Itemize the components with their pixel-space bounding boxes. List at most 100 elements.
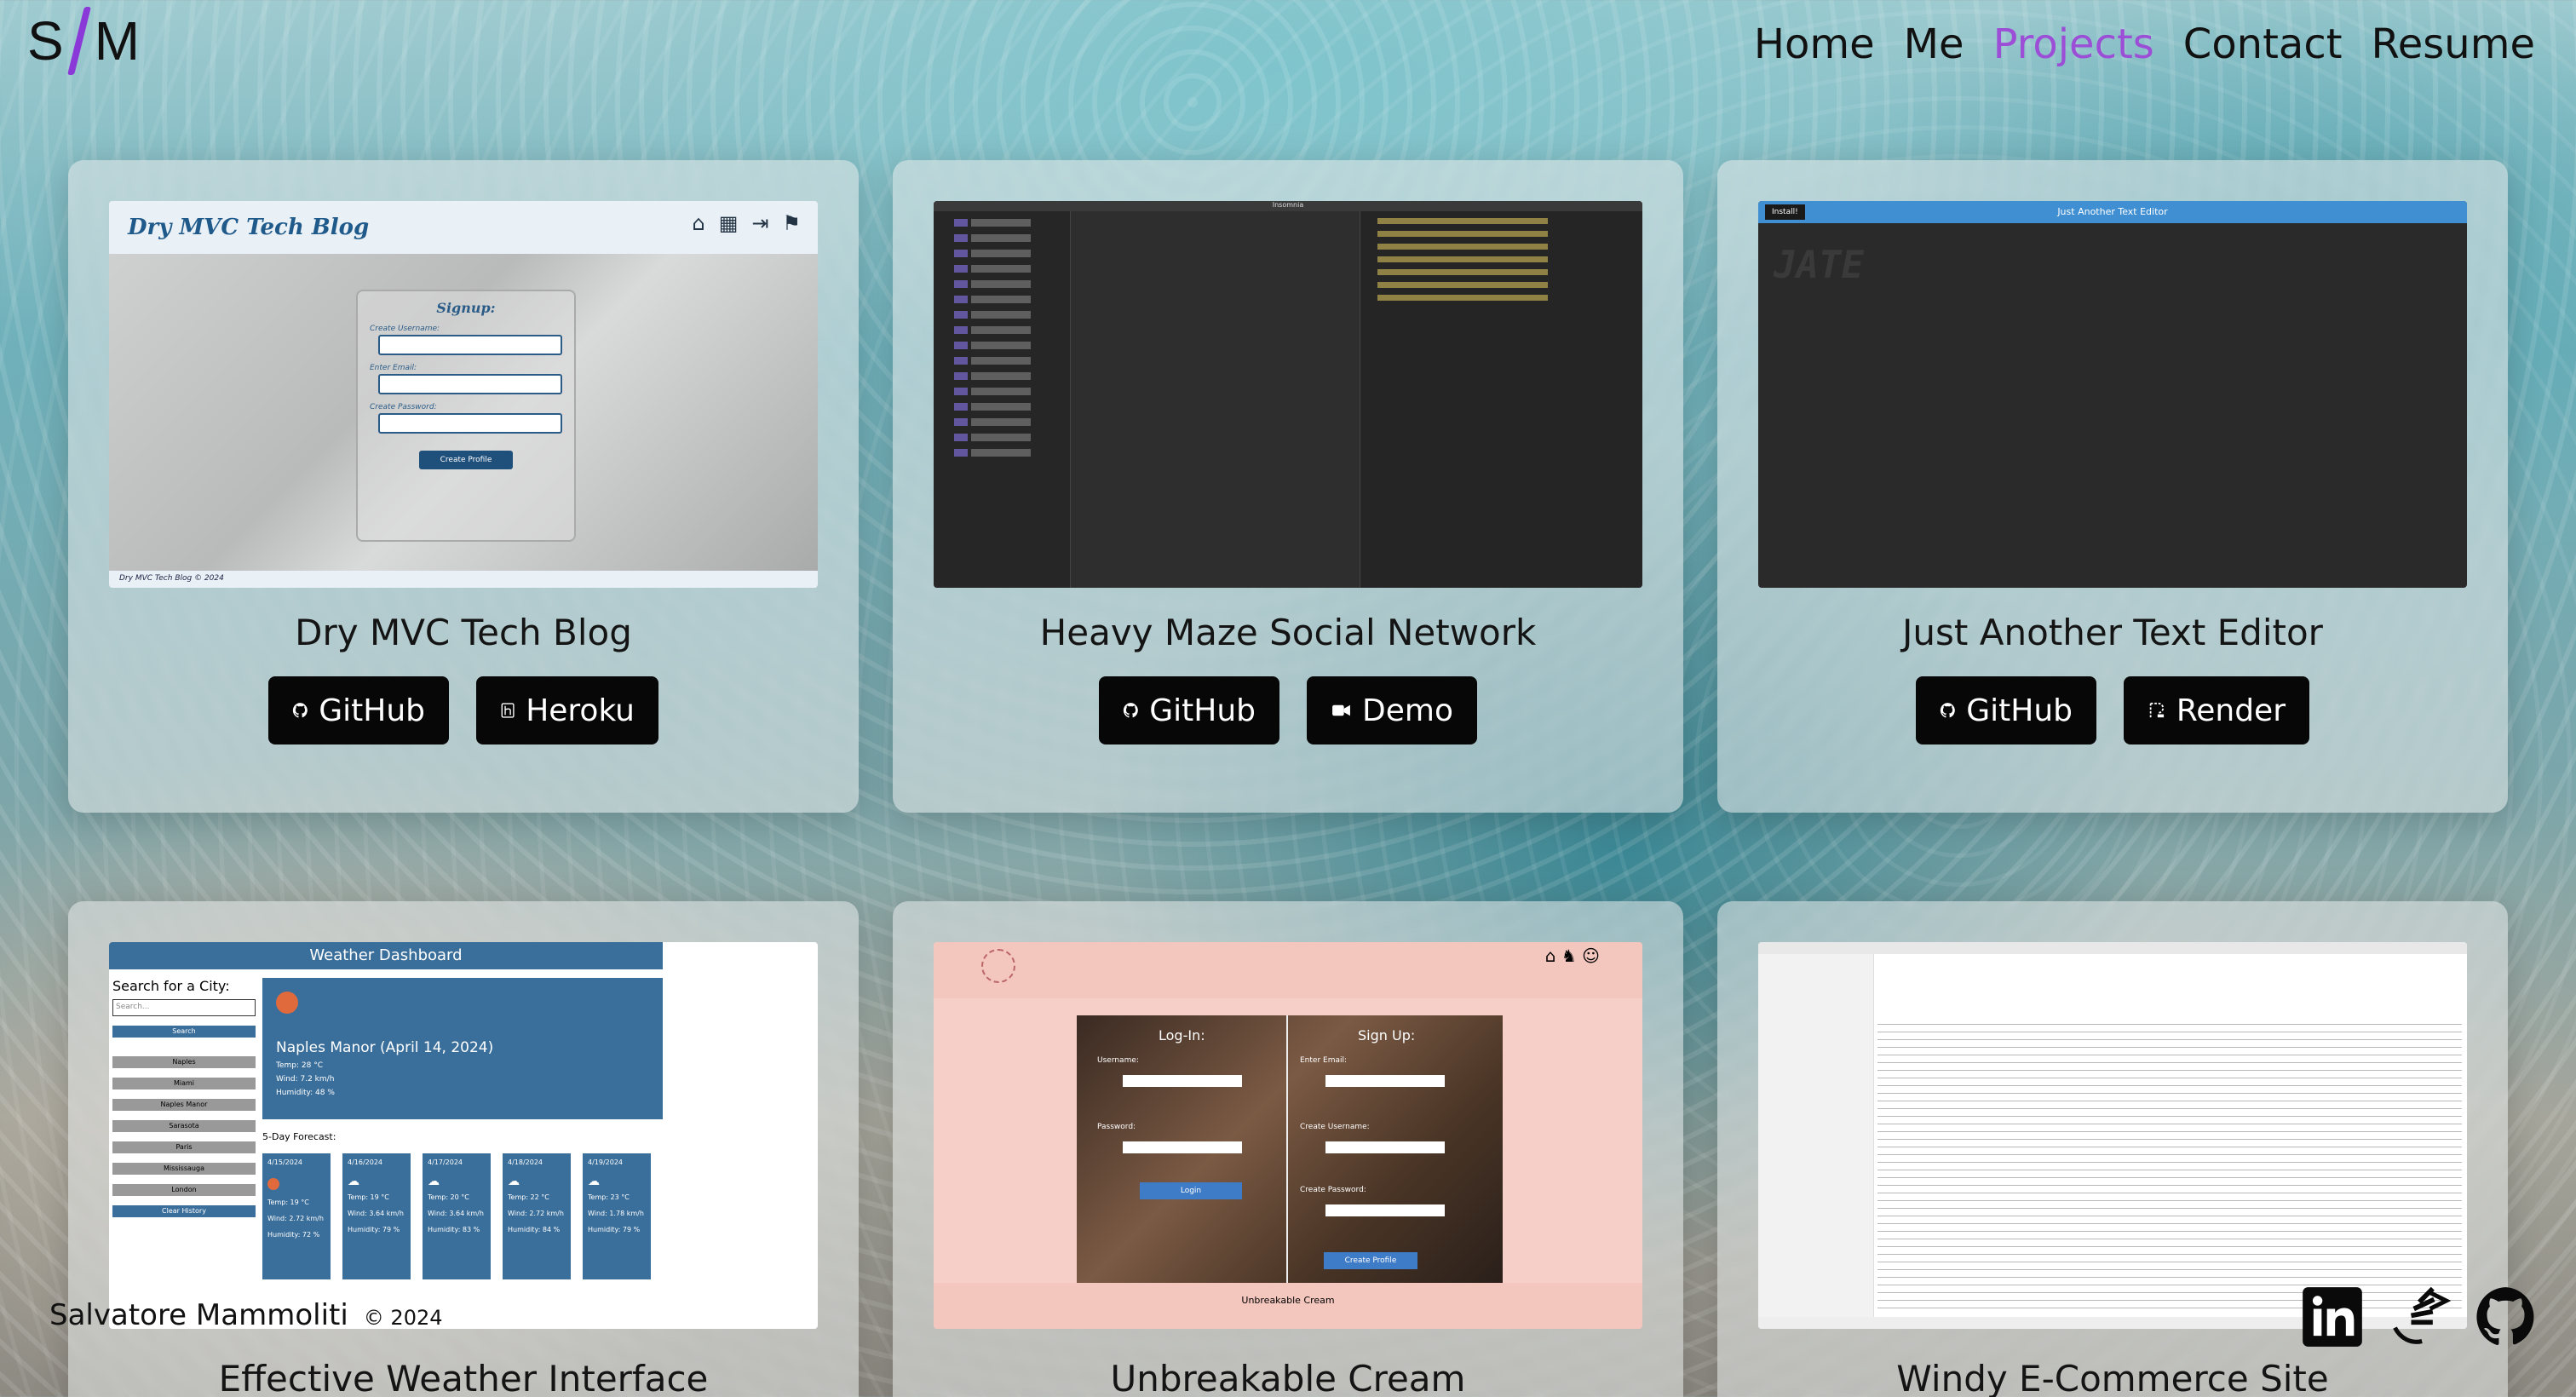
clear-history-button: Clear History	[112, 1205, 256, 1217]
forecast-wind: Wind: 3.64 km/h	[348, 1210, 404, 1217]
history-city: Paris	[112, 1141, 256, 1153]
nav-me[interactable]: Me	[1904, 14, 1964, 75]
project-screenshot[interactable]	[1758, 942, 2467, 1329]
github-icon	[1123, 703, 1138, 718]
project-title: Just Another Text Editor	[1902, 612, 2323, 653]
forecast-temp: Temp: 20 °C	[428, 1193, 469, 1201]
forecast-temp: Temp: 22 °C	[508, 1193, 549, 1201]
cream-nav-icons: ⌂ ♞ ☺	[1545, 946, 1600, 966]
forecast-humidity: Humidity: 79 %	[588, 1226, 641, 1233]
forecast-card: 4/19/2024 ☁ Temp: 23 °C Wind: 1.78 km/h …	[583, 1153, 651, 1279]
insomnia-request-pane	[1070, 211, 1360, 588]
editor-titlebar: Install! Just Another Text Editor	[1758, 201, 2467, 223]
field-label: Create Username:	[370, 325, 440, 333]
nav-contact[interactable]: Contact	[2183, 14, 2343, 75]
insomnia-response-pane	[1360, 211, 1642, 588]
weather-icon	[267, 1178, 279, 1190]
forecast-wind: Wind: 3.64 km/h	[428, 1210, 484, 1217]
editor-titlebar	[1758, 942, 2467, 954]
history-city: London	[112, 1184, 256, 1196]
forecast-temp: Temp: 19 °C	[267, 1199, 309, 1206]
password-input	[378, 413, 562, 434]
github-icon	[292, 703, 308, 718]
nav-resume[interactable]: Resume	[2372, 14, 2535, 75]
cloud-icon: ☁	[348, 1175, 359, 1188]
project-screenshot[interactable]: Install! Just Another Text Editor JATE	[1758, 201, 2467, 588]
terminal-output	[1877, 1024, 2462, 1312]
project-title: Unbreakable Cream	[1110, 1358, 1466, 1397]
signup-heading: Sign Up:	[1358, 1027, 1416, 1043]
history-city: Miami	[112, 1078, 256, 1089]
nav-home[interactable]: Home	[1754, 14, 1875, 75]
nav-projects[interactable]: Projects	[1993, 14, 2154, 75]
weather-sidebar: Search for a City: Search... Search Napl…	[112, 978, 256, 1227]
project-screenshot[interactable]: Dry MVC Tech Blog ⌂ ▦ ⇥ ⚑ Signup: Create…	[109, 201, 818, 588]
github-icon[interactable]	[2474, 1285, 2539, 1349]
forecast-temp: Temp: 23 °C	[588, 1193, 630, 1201]
project-screenshot[interactable]: Insomnia	[934, 201, 1642, 588]
search-input: Search...	[112, 999, 256, 1016]
project-buttons: GitHub Demo	[893, 676, 1683, 744]
forecast-date: 4/19/2024	[588, 1158, 624, 1166]
forecast-humidity: Humidity: 72 %	[267, 1231, 320, 1239]
field-label: Enter Email:	[1300, 1056, 1348, 1065]
forecast-humidity: Humidity: 84 %	[508, 1226, 561, 1233]
current-wind: Wind: 7.2 km/h	[276, 1075, 335, 1084]
field-label: Create Username:	[1300, 1123, 1370, 1131]
logo-letter-m: M	[94, 10, 140, 72]
forecast-date: 4/18/2024	[508, 1158, 543, 1166]
insomnia-sidebar	[934, 211, 1070, 588]
home-icon: ⌂	[1544, 946, 1556, 966]
video-icon	[1332, 704, 1350, 716]
cream-logo	[981, 949, 1015, 983]
forecast-card: 4/17/2024 ☁ Temp: 20 °C Wind: 3.64 km/h …	[423, 1153, 491, 1279]
github-label: GitHub	[1149, 693, 1256, 728]
github-button[interactable]: GitHub	[268, 676, 449, 744]
password-input	[1123, 1141, 1242, 1153]
create-profile-button: Create Profile	[1324, 1252, 1417, 1269]
logo-letter-s: S	[27, 10, 64, 72]
blog-nav-icons: ⌂ ▦ ⇥ ⚑	[692, 211, 801, 235]
forecast-card: 4/15/2024 Temp: 19 °C Wind: 2.72 km/h Hu…	[262, 1153, 331, 1279]
username-input	[378, 335, 562, 355]
field-label: Enter Email:	[370, 364, 417, 372]
project-title: Dry MVC Tech Blog	[295, 612, 632, 653]
field-label: Create Password:	[370, 403, 437, 411]
install-button: Install!	[1765, 204, 1805, 220]
logo-slash	[66, 7, 91, 75]
email-input	[378, 374, 562, 394]
jate-logo: JATE	[1774, 244, 1864, 287]
project-screenshot[interactable]: Weather Dashboard Search for a City: Sea…	[109, 942, 818, 1329]
history-city: Mississauga	[112, 1163, 256, 1175]
create-username-input	[1325, 1141, 1445, 1153]
github-button[interactable]: GitHub	[1916, 676, 2096, 744]
cream-footer: Unbreakable Cream	[934, 1283, 1642, 1329]
heroku-icon	[501, 703, 515, 718]
project-buttons: GitHub Heroku	[68, 676, 859, 744]
cow-icon: ♞	[1561, 946, 1577, 966]
heroku-button[interactable]: Heroku	[476, 676, 658, 744]
project-card-text-editor: Install! Just Another Text Editor JATE J…	[1717, 160, 2508, 813]
cloud-icon: ☁	[508, 1175, 520, 1188]
render-label: Render	[2176, 693, 2286, 728]
render-button[interactable]: Render	[2124, 676, 2309, 744]
github-button[interactable]: GitHub	[1099, 676, 1279, 744]
forecast-wind: Wind: 2.72 km/h	[267, 1215, 324, 1222]
username-input	[1123, 1075, 1242, 1087]
search-button: Search	[112, 1026, 256, 1038]
current-weather: Naples Manor (April 14, 2024) Temp: 28 °…	[262, 978, 663, 1119]
linkedin-icon[interactable]	[2300, 1285, 2365, 1349]
current-city: Naples Manor (April 14, 2024)	[276, 1039, 494, 1056]
demo-button[interactable]: Demo	[1307, 676, 1477, 744]
blog-footer: Dry MVC Tech Blog © 2024	[109, 571, 818, 588]
user-icon: ☺	[1582, 946, 1600, 966]
current-humidity: Humidity: 48 %	[276, 1089, 335, 1097]
main-nav: Home Me Projects Contact Resume	[1754, 14, 2535, 75]
demo-label: Demo	[1362, 693, 1453, 728]
github-label: GitHub	[1966, 693, 2073, 728]
stack-overflow-icon[interactable]	[2387, 1285, 2452, 1349]
create-profile-button: Create Profile	[419, 451, 513, 469]
site-logo[interactable]: S M	[27, 7, 140, 75]
login-heading: Log-In:	[1159, 1027, 1205, 1043]
project-screenshot[interactable]: ⌂ ♞ ☺ Log-In: Sign Up: Username: Passwor…	[934, 942, 1642, 1329]
